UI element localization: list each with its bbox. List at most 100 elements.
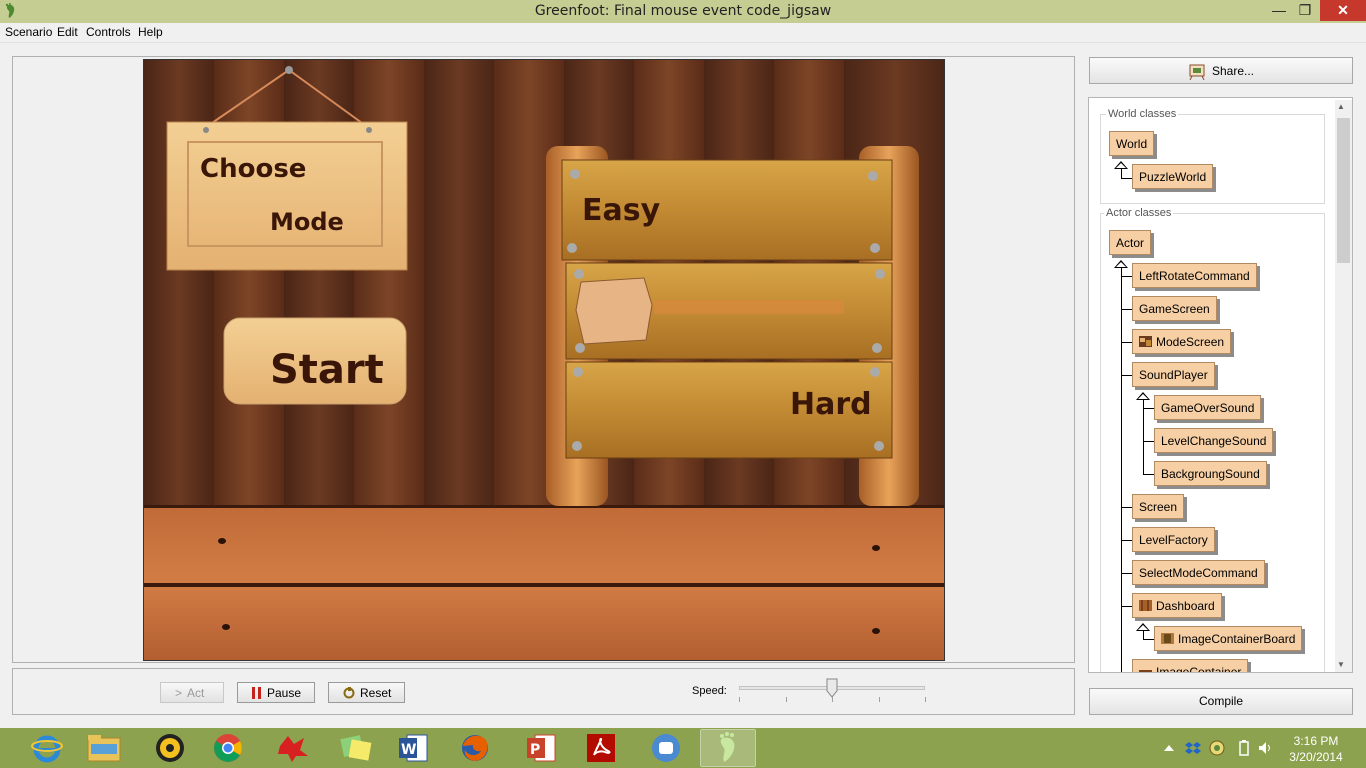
- class-soundplayer[interactable]: SoundPlayer: [1132, 362, 1215, 387]
- inherit-line: [1121, 672, 1133, 673]
- media-player-icon[interactable]: [142, 729, 198, 767]
- menu-help[interactable]: Help: [138, 25, 163, 39]
- acrobat-icon[interactable]: [573, 729, 629, 767]
- inherit-line: [1121, 268, 1122, 672]
- dropbox-icon[interactable]: [1185, 740, 1201, 756]
- show-hidden-icons-icon[interactable]: [1161, 740, 1177, 756]
- class-label: ModeScreen: [1156, 334, 1225, 349]
- actor-classes-label: Actor classes: [1104, 207, 1174, 219]
- start-button-text: Start: [270, 347, 384, 393]
- act-button[interactable]: > Act: [160, 682, 224, 703]
- menu-bar: Scenario Edit Controls Help: [0, 23, 1366, 43]
- reset-icon: [343, 686, 355, 698]
- minimize-button[interactable]: —: [1266, 0, 1292, 21]
- world-classes-group: [1100, 114, 1325, 204]
- firefox-icon[interactable]: [447, 729, 503, 767]
- file-explorer-icon[interactable]: [76, 729, 132, 767]
- class-screen[interactable]: Screen: [1132, 494, 1185, 519]
- sign-choose-text: Choose: [200, 154, 306, 184]
- class-browser: World classes Actor classes World Puzzle…: [1088, 97, 1353, 673]
- maximize-button[interactable]: ❐: [1292, 0, 1318, 21]
- system-clock[interactable]: 3:16 PM 3/20/2014: [1288, 733, 1344, 765]
- app-icon[interactable]: [638, 729, 694, 767]
- menu-edit[interactable]: Edit: [57, 25, 78, 39]
- chrome-icon[interactable]: [200, 729, 256, 767]
- network-tray-icon[interactable]: [1209, 740, 1225, 756]
- sticky-notes-icon[interactable]: [327, 729, 383, 767]
- greenfoot-taskbar-icon[interactable]: [700, 729, 756, 767]
- word-icon[interactable]: W: [385, 729, 441, 767]
- speed-tick: [739, 697, 740, 702]
- class-imagecontainerboard[interactable]: ImageContainerBoard: [1154, 626, 1303, 651]
- class-actor[interactable]: Actor: [1109, 230, 1152, 255]
- menu-controls[interactable]: Controls: [86, 25, 131, 39]
- class-label: Screen: [1139, 499, 1178, 514]
- class-puzzleworld[interactable]: PuzzleWorld: [1132, 164, 1214, 189]
- class-label: Actor: [1116, 235, 1145, 250]
- scroll-down-icon[interactable]: ▼: [1337, 660, 1345, 669]
- class-label: GameOverSound: [1161, 400, 1255, 415]
- scrollbar-thumb[interactable]: [1337, 118, 1350, 263]
- class-backgroungsound[interactable]: BackgroungSound: [1154, 461, 1267, 486]
- paint-icon[interactable]: [265, 729, 321, 767]
- inherit-arrow: [1136, 392, 1150, 400]
- inherit-arrow: [1114, 260, 1128, 268]
- inherit-arrow: [1136, 623, 1150, 631]
- class-label: World: [1116, 136, 1148, 151]
- pause-icon: [252, 686, 261, 699]
- share-icon: [1189, 64, 1205, 80]
- easy-option-text: Easy: [582, 193, 661, 228]
- internet-explorer-icon[interactable]: [19, 729, 75, 767]
- window-title: Greenfoot: Final mouse event code_jigsaw: [534, 3, 832, 19]
- speed-tick: [925, 697, 926, 702]
- title-bar: Greenfoot: Final mouse event code_jigsaw…: [0, 0, 1366, 23]
- class-world[interactable]: World: [1109, 131, 1155, 156]
- menu-scenario[interactable]: Scenario: [5, 25, 52, 39]
- act-label: Act: [187, 685, 205, 700]
- volume-icon[interactable]: [1258, 740, 1274, 756]
- class-label: ImageContainerBoard: [1178, 631, 1296, 646]
- reset-button[interactable]: Reset: [328, 682, 405, 703]
- modescreen-thumbnail-icon: [1139, 336, 1152, 347]
- inherit-line: [1143, 400, 1144, 474]
- class-gameoversound[interactable]: GameOverSound: [1154, 395, 1262, 420]
- compile-button[interactable]: Compile: [1089, 688, 1353, 715]
- dashboard-thumbnail-icon: [1139, 600, 1152, 611]
- class-leftrotatecommand[interactable]: LeftRotateCommand: [1132, 263, 1257, 288]
- powerpoint-icon[interactable]: P: [513, 729, 569, 767]
- class-label: GameScreen: [1139, 301, 1210, 316]
- share-button[interactable]: Share...: [1089, 57, 1353, 84]
- class-selectmodecommand[interactable]: SelectModeCommand: [1132, 560, 1265, 585]
- class-imagecontainer[interactable]: ImageContainer: [1132, 659, 1249, 673]
- class-levelchangesound[interactable]: LevelChangeSound: [1154, 428, 1274, 453]
- class-label: Dashboard: [1156, 598, 1215, 613]
- hard-option-text: Hard: [790, 387, 872, 422]
- inherit-line: [1143, 631, 1144, 639]
- speed-tick: [832, 697, 833, 702]
- act-icon: >: [175, 685, 183, 700]
- battery-icon[interactable]: [1236, 740, 1252, 756]
- world-classes-label: World classes: [1106, 108, 1179, 120]
- imagecontainerboard-thumbnail-icon: [1161, 633, 1174, 644]
- svg-text:P: P: [530, 742, 540, 758]
- pause-label: Pause: [267, 685, 302, 700]
- class-label: LeftRotateCommand: [1139, 268, 1250, 283]
- pause-button[interactable]: Pause: [237, 682, 315, 703]
- share-label: Share...: [1211, 63, 1255, 78]
- close-button[interactable]: ✕: [1320, 0, 1366, 21]
- class-dashboard[interactable]: Dashboard: [1132, 593, 1222, 618]
- speed-slider-thumb[interactable]: [826, 678, 838, 698]
- class-label: SoundPlayer: [1139, 367, 1208, 382]
- speed-tick: [786, 697, 787, 702]
- world-canvas[interactable]: Choose Mode Start Easy Hard: [143, 59, 945, 661]
- class-label: ImageContainer: [1156, 664, 1242, 673]
- svg-text:W: W: [401, 742, 416, 758]
- clock-date: 3/20/2014: [1289, 750, 1343, 764]
- world-scene: Choose Mode Start Easy Hard: [144, 60, 944, 660]
- reset-label: Reset: [360, 685, 392, 700]
- class-gamescreen[interactable]: GameScreen: [1132, 296, 1217, 321]
- class-label: BackgroungSound: [1161, 466, 1260, 481]
- class-modescreen[interactable]: ModeScreen: [1132, 329, 1232, 354]
- class-levelfactory[interactable]: LevelFactory: [1132, 527, 1215, 552]
- scroll-up-icon[interactable]: ▲: [1337, 102, 1345, 111]
